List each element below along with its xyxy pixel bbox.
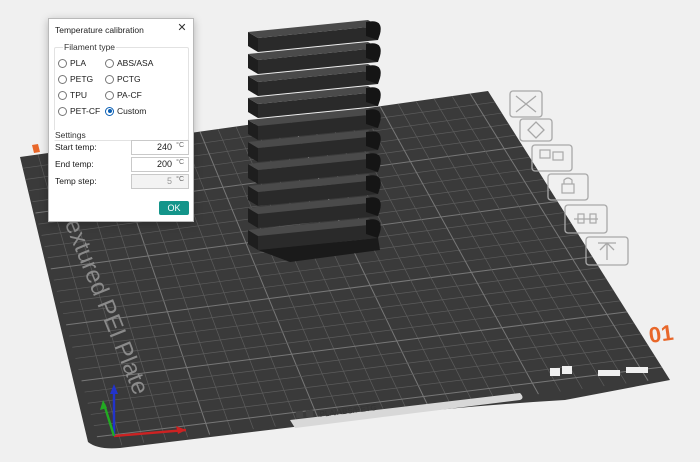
radio-indicator [105, 58, 114, 68]
setting-label: Start temp: [55, 142, 97, 152]
radio-indicator [58, 90, 67, 100]
plate-lock-icon[interactable] [550, 368, 560, 376]
radio-indicator [58, 58, 67, 68]
radio-label: PET-CF [70, 106, 101, 116]
radio-indicator [105, 106, 114, 116]
filament-radio-custom[interactable]: Custom [105, 106, 146, 116]
temperature-calibration-dialog: Temperature calibration ✕ Filament type … [48, 18, 194, 222]
dialog-title: Temperature calibration [55, 25, 144, 35]
filament-type-label: Filament type [63, 42, 117, 52]
arrange-icon[interactable] [519, 118, 553, 142]
setting-unit: °C [176, 176, 184, 183]
setting-unit: °C [176, 142, 184, 149]
end-temp-input[interactable]: 200 °C [131, 157, 189, 172]
ok-button[interactable]: OK [159, 201, 189, 215]
filament-radio-pctg[interactable]: PCTG [105, 74, 141, 84]
radio-label: PCTG [117, 74, 141, 84]
calibration-tower-model[interactable] [248, 20, 381, 262]
close-icon[interactable]: ✕ [175, 21, 189, 35]
radio-label: PA-CF [117, 90, 142, 100]
setting-label: Temp step: [55, 176, 97, 186]
radio-indicator [58, 106, 67, 116]
plate-toggle-button[interactable] [626, 367, 648, 373]
filament-radio-pa-cf[interactable]: PA-CF [105, 90, 142, 100]
setting-value: 200 [156, 159, 172, 169]
plate-label-icon [305, 409, 314, 418]
plate-label-icon [295, 410, 304, 419]
close-icon[interactable] [509, 90, 543, 118]
setting-label: End temp: [55, 159, 94, 169]
plate-number: 01 [647, 320, 675, 348]
radio-label: Custom [117, 106, 147, 116]
radio-indicator [105, 74, 114, 84]
setting-unit: °C [176, 159, 184, 166]
plate-toggle-button[interactable] [598, 370, 620, 376]
settings-label: Settings [54, 130, 87, 140]
plate-settings-icon[interactable] [562, 366, 572, 374]
radio-label: ABS/ASA [117, 58, 154, 68]
filament-type-group: Filament type PLA ABS/ASA PETG PCTG TPU PA-CF… [54, 42, 189, 141]
start-temp-input[interactable]: 240 °C [131, 140, 189, 155]
radio-label: PLA [70, 58, 87, 68]
radio-label: PETG [70, 74, 94, 84]
radio-indicator [105, 90, 114, 100]
setting-row: Start temp: 240 °C [55, 140, 189, 155]
temp-step-input: 5 °C [131, 174, 189, 189]
plate-orange-marker [32, 144, 40, 153]
filament-radio-pla[interactable]: PLA [58, 58, 86, 68]
radio-indicator [58, 74, 67, 84]
setting-row: End temp: 200 °C [55, 157, 189, 172]
setting-row: Temp step: 5 °C [55, 174, 189, 189]
setting-value: 5 [166, 176, 172, 186]
filament-radio-pet-cf[interactable]: PET-CF [58, 106, 100, 116]
filament-radio-abs-asa[interactable]: ABS/ASA [105, 58, 153, 68]
filament-radio-petg[interactable]: PETG [58, 74, 93, 84]
filament-radio-tpu[interactable]: TPU [58, 90, 87, 100]
radio-label: TPU [70, 90, 87, 100]
setting-value: 240 [156, 142, 172, 152]
orient-icon[interactable] [531, 144, 573, 172]
